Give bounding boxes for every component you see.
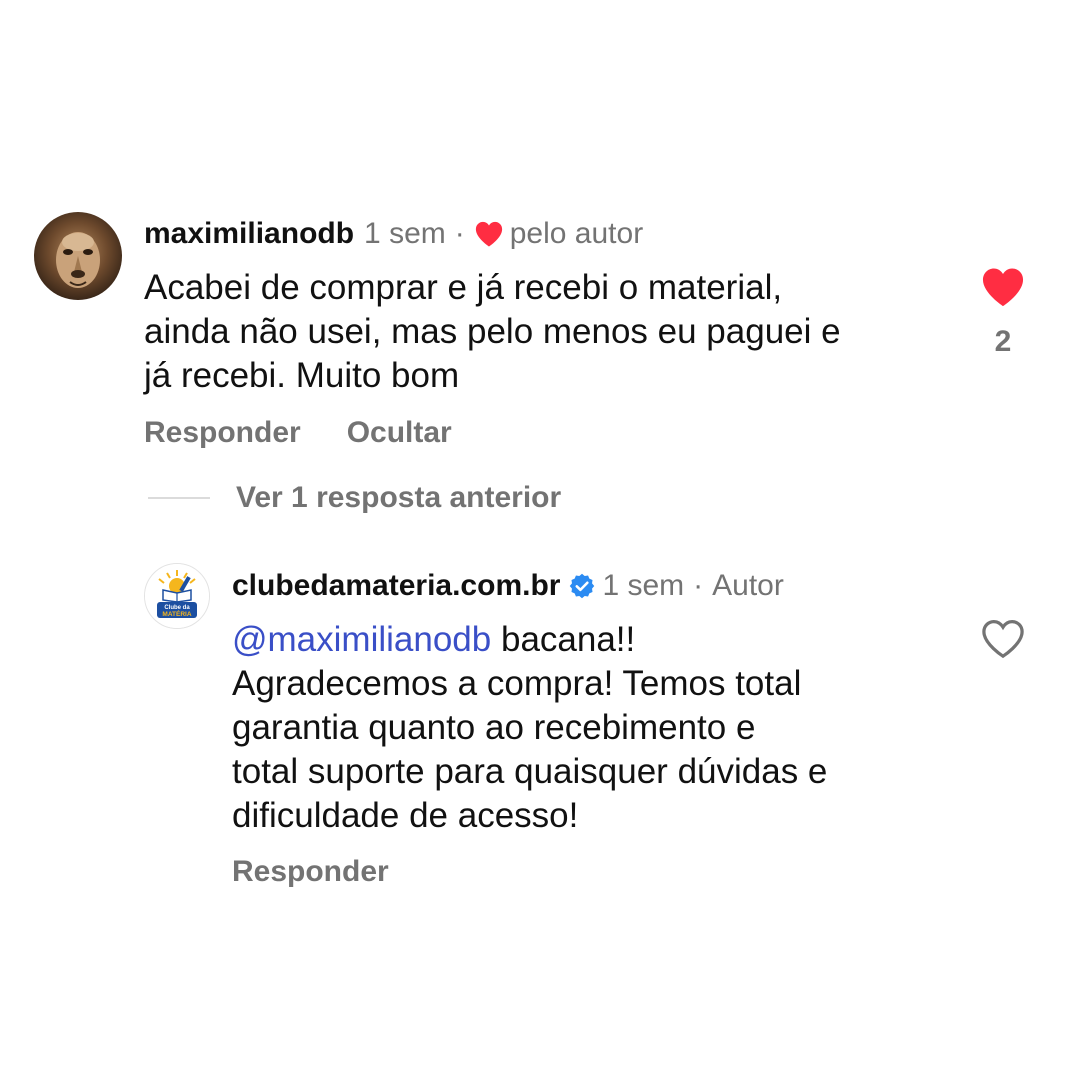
- reply-text: Agradecemos a compra! Temos total garant…: [232, 664, 828, 835]
- comments-thread: maximilianodb 1 sem · pelo autor Acabei …: [0, 0, 1080, 1080]
- reply-first-line-text: bacana!!: [491, 620, 636, 659]
- comment-username[interactable]: maximilianodb: [144, 216, 354, 252]
- comment-time: 1 sem: [364, 217, 446, 250]
- reply-meta: clubedamateria.com.br 1 sem · Autor: [232, 568, 784, 604]
- logo-line2: MATÉRIA: [162, 609, 191, 618]
- comment-actions: Responder Ocultar: [144, 415, 452, 451]
- reply-text-block: @maximilianodb bacana!! Agradecemos a co…: [232, 618, 962, 838]
- like-count: 2: [994, 325, 1012, 358]
- reply-button[interactable]: Responder: [144, 415, 301, 451]
- comment-like: 2: [973, 266, 1033, 359]
- reply-first-line: @maximilianodb bacana!!: [232, 618, 962, 662]
- lion-avatar-icon: [34, 212, 122, 300]
- reply-username[interactable]: clubedamateria.com.br: [232, 568, 560, 604]
- reply-actions: Responder: [232, 854, 389, 890]
- mention-link[interactable]: @maximilianodb: [232, 620, 491, 659]
- view-previous-replies-button[interactable]: Ver 1 resposta anterior: [148, 480, 561, 516]
- comment-meta: maximilianodb 1 sem · pelo autor: [144, 216, 643, 252]
- heart-filled-icon: [474, 220, 504, 248]
- clube-da-materia-logo-icon: Clube da MATÉRIA: [145, 564, 209, 628]
- reply-like: [973, 618, 1033, 665]
- avatar[interactable]: Clube da MATÉRIA: [144, 563, 210, 629]
- divider-line: [148, 497, 210, 499]
- like-heart-filled-icon[interactable]: [980, 266, 1026, 313]
- verified-badge-icon: [568, 572, 596, 600]
- avatar[interactable]: [34, 212, 122, 300]
- reply-button[interactable]: Responder: [232, 854, 389, 890]
- comment-text: Acabei de comprar e já recebi o material…: [144, 268, 841, 395]
- author-label: Autor: [712, 569, 784, 602]
- view-replies-label: Ver 1 resposta anterior: [236, 481, 562, 514]
- liked-by-author-label: pelo autor: [509, 217, 644, 250]
- like-heart-outline-icon[interactable]: [980, 618, 1026, 665]
- reply-time: 1 sem: [602, 569, 685, 602]
- separator-dot: ·: [454, 217, 465, 250]
- separator-dot: ·: [693, 569, 704, 602]
- hide-button[interactable]: Ocultar: [347, 415, 452, 451]
